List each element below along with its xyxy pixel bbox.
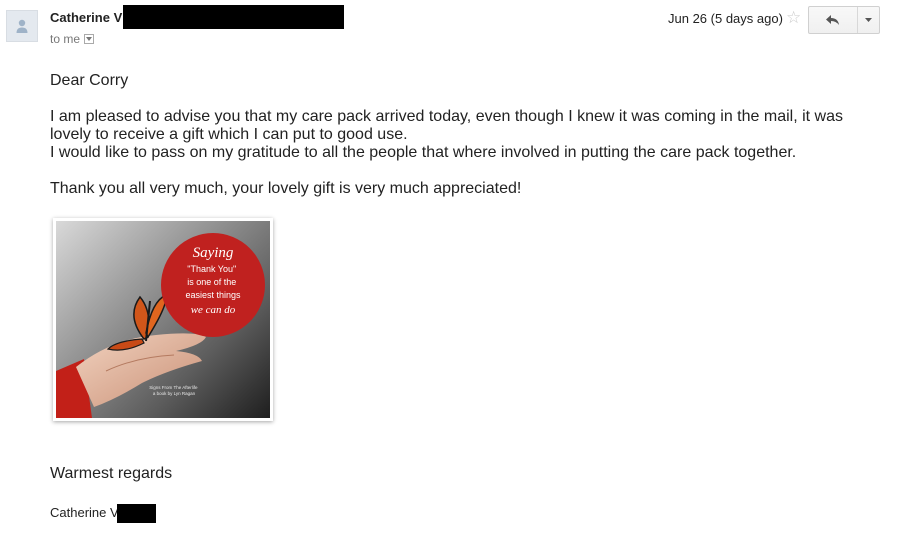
thank-you-image: Saying "Thank You" is one of the easiest… xyxy=(56,233,265,418)
svg-text:Signs From The Afterlife: Signs From The Afterlife a book by Lyn R… xyxy=(149,385,198,396)
more-options-button[interactable] xyxy=(858,7,879,33)
message-paragraph: I am pleased to advise you that my care … xyxy=(50,108,860,162)
quote-line: is one of the xyxy=(187,277,236,287)
person-icon xyxy=(16,19,28,33)
image-credit: Signs From The Afterlife xyxy=(149,385,198,390)
dropdown-caret-icon xyxy=(865,18,872,22)
paragraph-line: I am pleased to advise you that my care … xyxy=(50,108,843,143)
reply-icon xyxy=(826,15,839,25)
paragraph-line: I would like to pass on my gratitude to … xyxy=(50,144,797,161)
thanks-line: Thank you all very much, your lovely gif… xyxy=(50,180,522,197)
signature: Catherine V xyxy=(50,505,119,520)
quote-line: "Thank You" xyxy=(187,264,236,274)
show-details-dropdown[interactable] xyxy=(84,34,95,44)
image-credit: a book by Lyn Ragan xyxy=(153,391,196,396)
svg-text:"Thank You" is one of: "Thank You" is one of the easiest things xyxy=(185,264,241,300)
closing: Warmest regards xyxy=(50,465,173,482)
svg-text:Saying: Saying xyxy=(193,245,234,261)
chevron-down-icon xyxy=(86,37,93,41)
image-content: Saying "Thank You" is one of the easiest… xyxy=(56,221,270,418)
quote-line: we can do xyxy=(191,304,236,316)
quote-line: Saying xyxy=(193,245,234,261)
greeting: Dear Corry xyxy=(50,72,129,89)
quote-line: easiest things xyxy=(185,290,241,300)
sender-name[interactable]: Catherine V xyxy=(50,10,122,25)
message-date: Jun 26 (5 days ago) xyxy=(668,11,783,26)
reply-button-group xyxy=(808,6,880,34)
recipient-label: to me xyxy=(50,32,81,46)
star-icon[interactable]: ☆ xyxy=(786,8,801,28)
reply-button[interactable] xyxy=(809,7,858,33)
svg-text:we can do: we can do xyxy=(191,304,236,316)
recipient-line: to me xyxy=(50,32,95,46)
attached-image[interactable]: Saying "Thank You" is one of the easiest… xyxy=(53,218,273,421)
redaction-bar xyxy=(123,5,344,29)
redaction-bar xyxy=(117,504,156,523)
sender-avatar[interactable] xyxy=(6,10,38,42)
